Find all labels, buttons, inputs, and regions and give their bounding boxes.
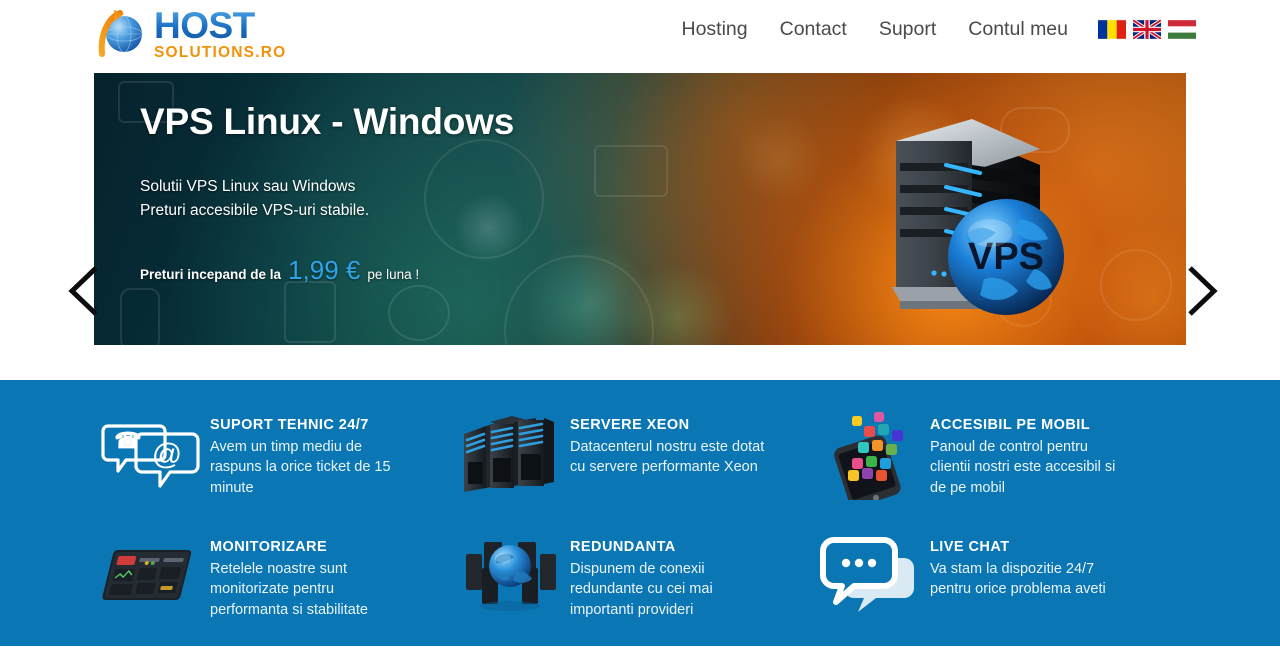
feature-text: REDUNDANTA Dispunem de conexii redundant… [570, 528, 770, 620]
feature-accesibil-pe-mobil: ACCESIBIL PE MOBIL Panoul de control pen… [810, 406, 1170, 528]
monitoring-dashboard-icon [90, 528, 210, 624]
feature-text: LIVE CHAT Va stam la dispozitie 24/7 pen… [930, 528, 1130, 600]
chat-email-bubbles-icon: ☎ @ [90, 406, 210, 502]
nav-hosting[interactable]: Hosting [666, 18, 764, 41]
flag-ro[interactable] [1098, 20, 1126, 39]
feature-description: Dispunem de conexii redundante cu cei ma… [570, 561, 713, 618]
feature-servere-xeon: SERVERE XEON Datacenterul nostru este do… [450, 406, 810, 528]
server-racks-icon [450, 406, 570, 502]
hero-price-amount: 1,99 € [288, 255, 361, 286]
nav-contact[interactable]: Contact [764, 18, 863, 41]
feature-title: REDUNDANTA [570, 539, 676, 555]
globe-arrow-icon [94, 8, 148, 60]
feature-description: Panoul de control pentru clientii nostri… [930, 439, 1116, 496]
flag-hu[interactable] [1168, 20, 1196, 39]
hero-subtitle-line-1: Solutii VPS Linux sau Windows [140, 178, 356, 195]
main-navigation: Hosting Contact Suport Contul meu [666, 18, 1196, 41]
live-chat-bubbles-icon [810, 528, 930, 624]
feature-title: MONITORIZARE [210, 539, 328, 555]
globe-servers-icon [450, 528, 570, 624]
hero-subtitle: Solutii VPS Linux sau Windows Preturi ac… [140, 175, 514, 223]
svg-text:@: @ [152, 438, 182, 471]
hero-price-suffix: pe luna ! [367, 267, 420, 283]
feature-title: LIVE CHAT [930, 539, 1010, 555]
feature-text: ACCESIBIL PE MOBIL Panoul de control pen… [930, 406, 1130, 498]
feature-title: SUPORT TEHNIC 24/7 [210, 417, 369, 433]
server-globe-icon: VPS [834, 109, 1074, 339]
feature-suport-tehnic: ☎ @ SUPORT TEHNIC 24/7 Avem un timp medi… [90, 406, 450, 528]
hero-title: VPS Linux - Windows [140, 101, 515, 142]
feature-live-chat: LIVE CHAT Va stam la dispozitie 24/7 pen… [810, 528, 1170, 650]
hero-slide: VPS Linux - Windows Solutii VPS Linux sa… [94, 73, 1186, 345]
site-logo[interactable]: HOST SOLUTIONS.RO [94, 6, 286, 62]
smartphone-apps-icon [810, 406, 930, 502]
hero-price-line: Preturi incepand de la 1,99 € pe luna ! [140, 255, 514, 286]
feature-text: SERVERE XEON Datacenterul nostru este do… [570, 406, 770, 478]
chevron-left-icon[interactable] [62, 264, 106, 318]
site-header: HOST SOLUTIONS.RO Hosting Contact Suport… [0, 0, 1280, 68]
language-switcher [1098, 20, 1196, 39]
svg-text:☎: ☎ [114, 428, 141, 453]
feature-text: SUPORT TEHNIC 24/7 Avem un timp mediu de… [210, 406, 410, 498]
feature-description: Datacenterul nostru este dotat cu server… [570, 439, 765, 476]
logo-primary-text: HOST [154, 7, 286, 44]
hero-subtitle-line-2: Preturi accesibile VPS-uri stabile. [140, 202, 370, 220]
feature-description: Avem un timp mediu de raspuns la orice t… [210, 439, 391, 496]
feature-title: ACCESIBIL PE MOBIL [930, 417, 1091, 433]
hero-price-prefix: Preturi incepand de la [140, 267, 282, 283]
nav-suport[interactable]: Suport [863, 18, 952, 41]
nav-contul-meu[interactable]: Contul meu [952, 18, 1084, 41]
features-section: ☎ @ SUPORT TEHNIC 24/7 Avem un timp medi… [0, 380, 1280, 646]
feature-monitorizare: MONITORIZARE Retelele noastre sunt monit… [90, 528, 450, 650]
flag-en[interactable] [1133, 20, 1161, 39]
hero-banner-section: VPS Linux - Windows Solutii VPS Linux sa… [0, 68, 1280, 380]
feature-title: SERVERE XEON [570, 417, 690, 433]
feature-description: Va stam la dispozitie 24/7 pentru orice … [930, 561, 1106, 598]
feature-text: MONITORIZARE Retelele noastre sunt monit… [210, 528, 410, 620]
logo-secondary-text: SOLUTIONS.RO [154, 44, 287, 62]
feature-description: Retelele noastre sunt monitorizate pentr… [210, 561, 368, 618]
features-grid: ☎ @ SUPORT TEHNIC 24/7 Avem un timp medi… [90, 406, 1190, 650]
hero-copy: VPS Linux - Windows Solutii VPS Linux sa… [140, 101, 514, 286]
chevron-right-icon[interactable] [1180, 264, 1224, 318]
feature-redundanta: REDUNDANTA Dispunem de conexii redundant… [450, 528, 810, 650]
